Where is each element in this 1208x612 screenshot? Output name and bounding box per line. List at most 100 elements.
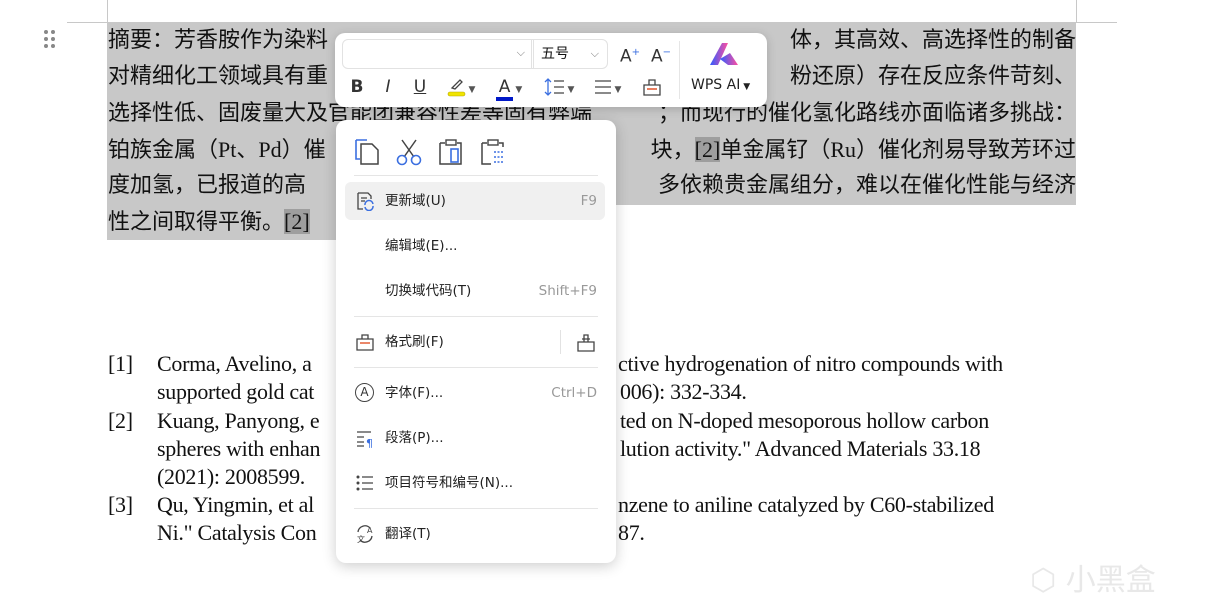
- svg-text:¶: ¶: [366, 437, 373, 448]
- text-line: 粉还原）存在反应条件苛刻、: [789, 63, 1076, 88]
- cut-icon[interactable]: [394, 137, 424, 167]
- menu-item-update-field[interactable]: 更新域(U) F9: [345, 182, 605, 220]
- menu-item-label: 格式刷(F): [385, 334, 444, 350]
- margin-corner: [67, 22, 107, 23]
- chevron-down-icon: ⌵: [590, 47, 599, 60]
- menu-item-label: 段落(P)...: [385, 430, 444, 446]
- reference-text: 87.: [618, 520, 645, 545]
- svg-text:文: 文: [357, 534, 365, 544]
- text-line: 块，[2]单金属钌（Ru）催化剂易导致芳环过: [651, 132, 1076, 168]
- drag-handle-icon[interactable]: [44, 30, 56, 50]
- menu-item-translate[interactable]: 文A 翻译(T): [345, 515, 605, 553]
- font-color-button[interactable]: A ▼: [491, 73, 527, 101]
- format-painter-icon: [643, 79, 661, 96]
- font-name-select[interactable]: ⌵: [342, 39, 534, 69]
- text-line: 铂族金属（Pt、Pd）催: [108, 137, 326, 162]
- divider: [354, 316, 598, 317]
- font-shrink-icon[interactable]: A−: [649, 39, 673, 67]
- reference-text: spheres with enhan: [157, 436, 321, 461]
- reference-text: Kuang, Panyong, e: [157, 408, 320, 433]
- line-spacing-button[interactable]: ▼: [541, 73, 577, 101]
- italic-button[interactable]: I: [378, 73, 398, 101]
- reference-number: [2]: [108, 408, 133, 433]
- reference-text: Ni." Catalysis Con: [157, 520, 317, 545]
- reference-text: Corma, Avelino, a: [157, 351, 312, 376]
- reference-text: (2021): 2008599.: [157, 464, 305, 489]
- divider: [354, 175, 598, 176]
- highlighter-icon: [447, 79, 465, 97]
- menu-item-format-painter[interactable]: 格式刷(F): [345, 323, 605, 361]
- floating-format-toolbar: ⌵ 五号 ⌵ A+ A− B I U ▼ A ▼ ▼ ▼ WPS AI ▼: [335, 33, 767, 107]
- reference-text: Qu, Yingmin, et al: [157, 492, 314, 517]
- menu-item-label: 翻译(T): [385, 526, 431, 542]
- chevron-down-icon: ▼: [567, 85, 575, 95]
- font-grow-icon[interactable]: A+: [618, 39, 642, 67]
- align-button[interactable]: ▼: [589, 73, 625, 101]
- paste-icon[interactable]: [436, 137, 466, 167]
- format-painter-button[interactable]: [639, 73, 665, 101]
- copy-icon[interactable]: [353, 137, 383, 167]
- menu-item-toggle-field-codes[interactable]: 切换域代码(T) Shift+F9: [345, 272, 605, 310]
- bullets-icon: [356, 475, 373, 491]
- menu-item-label: 切换域代码(T): [385, 283, 472, 299]
- text: 单金属钌（Ru）催化剂易导致芳环过: [720, 137, 1076, 162]
- font-size-value: 五号: [541, 46, 569, 62]
- menu-item-edit-field[interactable]: 编辑域(E)...: [345, 227, 605, 265]
- update-field-icon: [357, 192, 374, 211]
- reference-text: ted on N-doped mesoporous hollow carbon: [620, 408, 989, 433]
- shortcut-label: Shift+F9: [538, 283, 597, 299]
- wps-ai-label: WPS AI ▼: [691, 77, 751, 93]
- context-menu: 更新域(U) F9 编辑域(E)... 切换域代码(T) Shift+F9 格式…: [336, 120, 616, 563]
- watermark-logo: ⬡ 小黑盒: [1030, 555, 1156, 599]
- text: 块，: [650, 137, 695, 162]
- watermark-text: 小黑盒: [1065, 563, 1156, 598]
- bold-button[interactable]: B: [347, 73, 367, 101]
- chevron-down-icon: ▼: [468, 85, 476, 95]
- shortcut-label: Ctrl+D: [551, 385, 597, 401]
- chevron-down-icon: ⌵: [516, 46, 525, 59]
- align-icon: [594, 80, 611, 94]
- wps-ai-button[interactable]: WPS AI ▼: [687, 39, 763, 101]
- reference-text: ctive hydrogenation of nitro compounds w…: [618, 351, 1003, 376]
- font-icon: A: [355, 383, 374, 402]
- text-line: 摘要：芳香胺作为染料: [108, 27, 329, 52]
- text-line: 度加氢，已报道的高: [108, 172, 307, 197]
- text-line: 对精细化工领域具有重: [108, 63, 329, 88]
- chevron-down-icon: ▼: [614, 85, 622, 95]
- divider: [679, 41, 680, 99]
- format-painter-lock-icon[interactable]: [575, 331, 597, 353]
- highlight-color-button[interactable]: ▼: [443, 73, 479, 101]
- font-size-select[interactable]: 五号 ⌵: [531, 39, 608, 69]
- format-painter-icon: [356, 334, 374, 351]
- divider: [354, 508, 598, 509]
- paste-special-icon[interactable]: [478, 137, 508, 167]
- margin-corner: [1076, 22, 1117, 23]
- reference-text: supported gold cat: [157, 379, 315, 404]
- menu-item-label: 字体(F)...: [385, 385, 444, 401]
- menu-item-paragraph[interactable]: ¶ 段落(P)...: [345, 419, 605, 457]
- menu-item-bullets-numbering[interactable]: 项目符号和编号(N)...: [345, 464, 605, 502]
- menu-item-font[interactable]: A 字体(F)... Ctrl+D: [345, 374, 605, 412]
- underline-button[interactable]: U: [410, 73, 430, 101]
- translate-icon: 文A: [357, 525, 373, 544]
- reference-number: [3]: [108, 492, 133, 517]
- text-line: 多依赖贵金属组分，难以在催化性能与经济: [657, 172, 1076, 197]
- svg-text:A: A: [367, 526, 373, 535]
- shortcut-label: F9: [580, 193, 597, 209]
- line-spacing-icon: [544, 78, 564, 96]
- text: 性之间取得平衡。: [108, 209, 285, 234]
- reference-number: [1]: [108, 351, 133, 376]
- reference-text: lution activity." Advanced Materials 33.…: [620, 436, 981, 461]
- reference-text: nzene to aniline catalyzed by C60-stabil…: [618, 492, 994, 517]
- menu-item-label: 更新域(U): [385, 193, 446, 209]
- menu-item-label: 项目符号和编号(N)...: [385, 475, 514, 491]
- menu-item-label: 编辑域(E)...: [385, 238, 458, 254]
- citation-field[interactable]: [2]: [284, 209, 310, 234]
- divider: [354, 367, 598, 368]
- text-line: 性之间取得平衡。[2]: [108, 204, 310, 240]
- citation-field[interactable]: [2]: [694, 137, 721, 162]
- reference-text: 006): 332-334.: [620, 379, 747, 404]
- watermark-icon: ⬡: [1030, 563, 1057, 598]
- wps-ai-logo-icon: [710, 43, 738, 65]
- text-line: 体，其高效、高选择性的制备: [789, 27, 1076, 52]
